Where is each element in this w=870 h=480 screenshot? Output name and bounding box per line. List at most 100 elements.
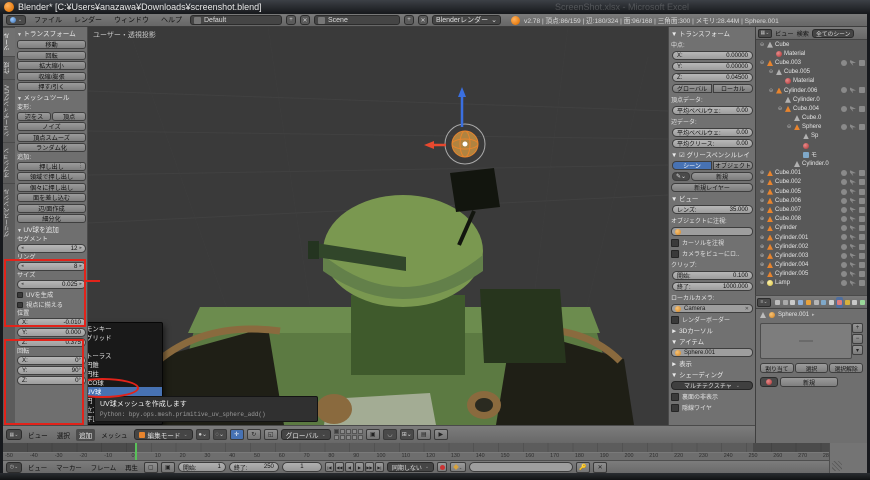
expand-icon[interactable]: ⊕ [759,271,765,277]
tool-button[interactable]: 辺/面作成 ⋮ [17,204,86,213]
translate-gizmo-x-arrow-icon[interactable] [424,141,434,149]
rotation-axis-field[interactable]: X:0° [17,356,86,365]
outliner-search-menu[interactable]: 検索 [797,29,809,38]
tool-button[interactable]: 辺をス [17,112,51,121]
properties-tab[interactable] [797,297,804,308]
render-opengl-anim-button[interactable]: ▶ [434,429,448,440]
visibility-eye-icon[interactable] [841,106,847,112]
visibility-eye-icon[interactable] [841,280,847,286]
npanel-row[interactable]: シーン オブジェクト [671,160,753,171]
checkbox-box-icon[interactable] [17,302,23,308]
menu-item[interactable]: ▮ 円柱 [88,369,162,378]
end-frame-field[interactable]: 終了: 250 [229,462,279,472]
visibility-eye-icon[interactable] [841,198,847,204]
outliner-row[interactable]: Sp ✕ [756,132,867,141]
npanel-row[interactable]: ▼ ☑ グリースペンシルレイ [671,149,753,160]
npanel-row[interactable]: クリップ: [671,259,753,270]
visibility-eye-icon[interactable] [841,225,847,231]
location-axis-field[interactable]: X:-0.010 [17,318,86,327]
checkbox[interactable]: 視点に揃える [17,300,86,310]
outliner-filter-select[interactable]: 全てのシーン [812,29,855,38]
renderability-camera-icon[interactable] [859,271,865,277]
selectability-arrow-icon[interactable] [850,198,856,204]
rotation-axis-field[interactable]: Y:90° [17,366,86,375]
outliner-row[interactable]: ⊕ Cylinder.004 ✕ [756,261,867,270]
tool-button[interactable]: 拡大縮小 [17,61,86,70]
tool-button[interactable]: 収縮/膨張 [17,72,86,81]
tool-button[interactable]: 個々に押し出し ⋮ [17,183,86,192]
npanel-row[interactable]: ► 表示 [671,358,753,369]
editor-type-icon[interactable]: ▦⌄ [6,429,22,440]
npanel-row[interactable]: 新規レイヤー [671,182,753,193]
tool-button[interactable]: ランダム化 [17,143,86,152]
material-browse-button[interactable] [760,377,778,387]
slot-button[interactable]: − [852,334,863,344]
scene-selector[interactable]: Scene [314,15,400,25]
expand-icon[interactable]: ⊖ [768,69,774,75]
renderability-camera-icon[interactable] [859,198,865,204]
add-scene-button[interactable]: + [404,15,414,25]
outliner-row[interactable]: ⊕ Cylinder.005 ✕ [756,270,867,279]
menubar-item[interactable]: ファイル [30,15,66,25]
screen-layout-selector[interactable]: Default [190,15,282,25]
properties-tab[interactable] [805,297,812,308]
expand-icon[interactable]: ⊖ [768,88,774,94]
tool-button[interactable]: 細分化 ⋮ [17,214,86,223]
selectability-arrow-icon[interactable] [850,234,856,240]
preview-range-icon[interactable]: ▢ [144,462,158,473]
renderability-camera-icon[interactable] [859,124,865,130]
renderability-camera-icon[interactable] [859,189,865,195]
tool-shelf-tab[interactable]: ツール [3,27,15,56]
manipulator-rotate-button[interactable]: ↻ [247,429,261,440]
npanel-row[interactable]: Sphere.001 [671,347,753,358]
renderability-camera-icon[interactable] [859,60,865,66]
visibility-eye-icon[interactable] [841,244,847,250]
outliner-row[interactable]: ⊖ Cube.005 ✕ [756,68,867,77]
renderability-camera-icon[interactable] [859,87,865,93]
visibility-eye-icon[interactable] [841,253,847,259]
visibility-eye-icon[interactable] [841,262,847,268]
slot-button[interactable]: ▾ [852,345,863,355]
npanel-row[interactable]: ▼ ビュー [671,193,753,204]
playback-button[interactable]: ▶ [355,462,364,472]
slider-right-arrow-icon[interactable]: ▸ [79,263,82,269]
expand-icon[interactable]: ⊕ [759,244,765,250]
selectability-arrow-icon[interactable] [850,87,856,93]
selectability-arrow-icon[interactable] [850,280,856,286]
npanel-row[interactable]: Y:0.00000 [671,61,753,72]
npanel-row[interactable]: 平均ベベルウェ:0.00 [671,127,753,138]
properties-tab[interactable] [859,297,866,308]
npanel-row[interactable]: マルチテクスチャ [671,380,753,391]
delete-keyframe-icon[interactable]: ✕ [593,462,607,473]
npanel-row[interactable]: オブジェクトに注視: [671,215,753,226]
properties-tab[interactable] [828,297,835,308]
tool-button[interactable]: ノイズ [17,122,86,131]
properties-tab[interactable] [852,297,859,308]
npanel-row[interactable]: カメラをビューにロ.. [671,248,753,259]
npanel-row[interactable]: 中点: [671,39,753,50]
window-titlebar[interactable]: Blender* [C:¥Users¥anazawa¥Downloads¥scr… [0,0,870,14]
material-action-button[interactable]: 割り当て [760,363,794,373]
expand-icon[interactable]: ⊕ [759,280,765,286]
expand-icon[interactable]: ⊕ [759,198,765,204]
editor-type-icon[interactable]: ▦⌄ [758,29,772,38]
visibility-eye-icon[interactable] [841,216,847,222]
editor-type-icon[interactable]: ◷⌄ [6,462,22,473]
selectability-arrow-icon[interactable] [850,253,856,259]
timeline-menu-item[interactable]: フレーム [88,462,119,473]
outliner-row[interactable]: ⊕ Cube.001 ✕ [756,169,867,178]
slider-right-arrow-icon[interactable]: ▸ [79,245,82,251]
expand-icon[interactable]: ⊖ [759,60,765,66]
add-layout-button[interactable]: + [286,15,296,25]
sync-mode-selector[interactable]: 同期しない ⌄ [387,462,434,472]
transform-orientation-selector[interactable]: グローバル ⌄ [281,429,331,440]
selectability-arrow-icon[interactable] [850,225,856,231]
playback-button[interactable]: |◀ [325,462,334,472]
outliner-row[interactable]: ⊖ Cube.003 ✕ [756,58,867,67]
visibility-eye-icon[interactable] [841,207,847,213]
selectability-arrow-icon[interactable] [850,189,856,195]
tool-button[interactable]: 押す/引く [17,82,86,91]
renderability-camera-icon[interactable] [859,234,865,240]
visibility-eye-icon[interactable] [841,189,847,195]
manipulator-translate-button[interactable]: ✛ [230,429,244,440]
